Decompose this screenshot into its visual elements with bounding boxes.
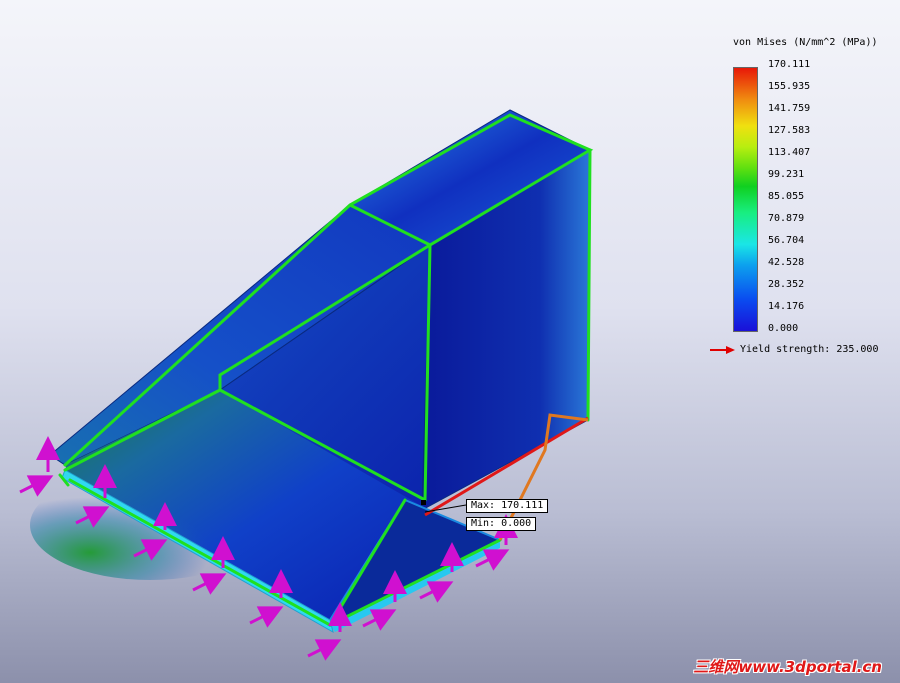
yield-strength: Yield strength: 235.000 [710,344,878,355]
force-arrow-icon [19,475,54,497]
legend-title: von Mises (N/mm^2 (MPa)) [733,37,878,48]
legend-tick: 113.407 [768,147,811,158]
legend-tick: 127.583 [768,125,811,136]
min-probe-label[interactable]: Min: 0.000 [466,517,537,531]
legend-tick: 14.176 [768,301,805,312]
legend-tick: 170.111 [768,59,811,70]
stress-colorbar [733,67,758,332]
legend-tick: 99.231 [768,169,805,180]
yield-strength-label: Yield strength: 235.000 [740,344,879,355]
model-stress-plot [30,109,594,634]
legend-tick: 85.055 [768,191,805,202]
fea-viewport[interactable] [0,0,900,683]
legend-tick: 155.935 [768,81,811,92]
legend-tick: 42.528 [768,257,805,268]
legend-tick: 0.000 [768,323,799,334]
force-arrow-icon [249,606,284,628]
legend-tick: 28.352 [768,279,805,290]
legend-tick: 70.879 [768,213,805,224]
force-arrow-icon [307,639,342,661]
watermark: 三维网www.3dportal.cn [693,658,882,676]
legend-tick: 56.704 [768,235,805,246]
force-arrow-icon [192,573,227,595]
max-probe-label[interactable]: Max: 170.111 [466,499,549,513]
right-arrow-icon [710,345,735,354]
legend-tick: 141.759 [768,103,811,114]
